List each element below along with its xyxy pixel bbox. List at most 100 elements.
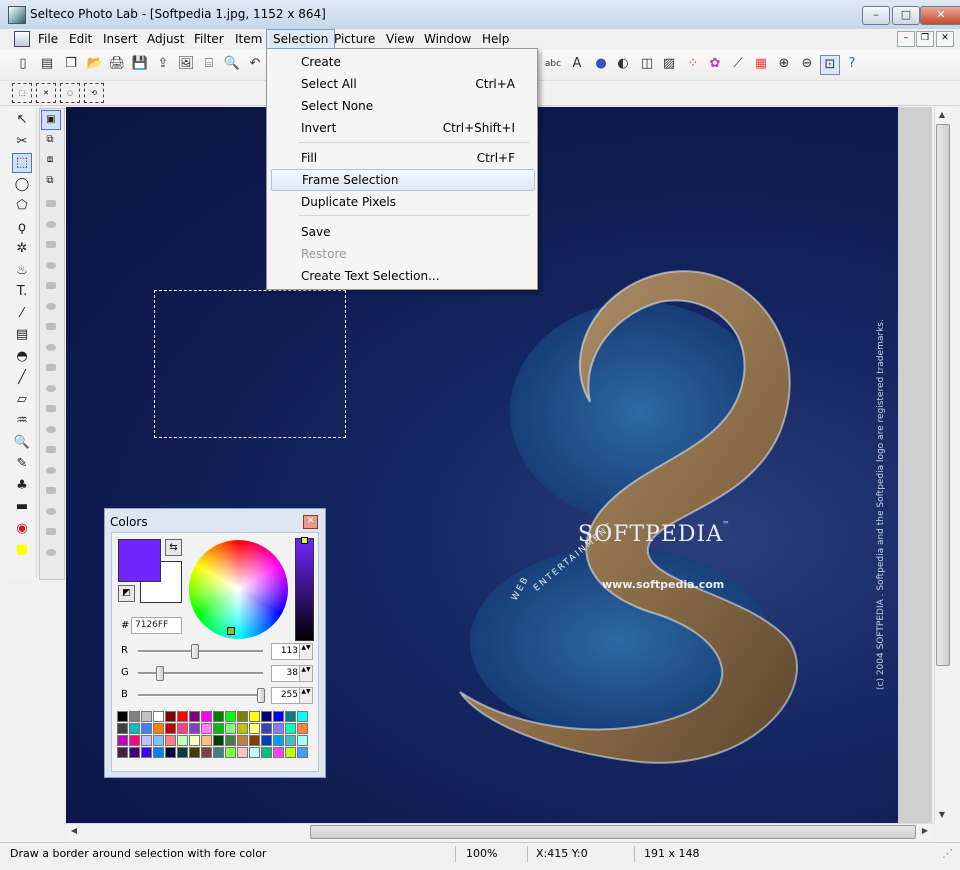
palette-swatch[interactable] (165, 747, 176, 758)
scroll-left-icon[interactable]: ◀ (67, 824, 81, 838)
color-wheel[interactable] (189, 540, 288, 639)
menu-window[interactable]: Window (418, 30, 477, 48)
magic-select-icon[interactable]: ◌ (60, 83, 80, 103)
zoom-in-icon[interactable]: ⊕ (775, 55, 793, 73)
palette-swatch[interactable] (261, 723, 272, 734)
magic-wand-tool-icon[interactable]: ✲ (12, 239, 32, 259)
palette-swatch[interactable] (141, 747, 152, 758)
menu-view[interactable]: View (380, 30, 420, 48)
contrast-icon[interactable]: ◐ (614, 55, 632, 73)
palette-swatch[interactable] (297, 747, 308, 758)
menu-item-create[interactable]: Create (271, 51, 533, 73)
text-abc-icon[interactable]: abc (544, 55, 562, 73)
mdi-minimize-button[interactable]: – (897, 31, 915, 47)
palette-swatch[interactable] (201, 735, 212, 746)
hex-input[interactable]: 7126FF (131, 617, 182, 634)
palette-swatch[interactable] (129, 723, 140, 734)
brush-shape-icon[interactable] (46, 384, 56, 392)
palette-swatch[interactable] (189, 747, 200, 758)
menu-item-select-all[interactable]: Select All Ctrl+A (271, 73, 533, 95)
channel-g-value[interactable]: 38 (271, 665, 302, 682)
selection-marquee[interactable] (154, 290, 346, 438)
brush-shape-icon[interactable] (46, 405, 56, 412)
channel-b-thumb[interactable] (257, 688, 265, 703)
palette-swatch[interactable] (273, 735, 284, 746)
zoom-tool-icon[interactable]: 🔍 (12, 433, 32, 453)
palette-swatch[interactable] (153, 735, 164, 746)
pointer-tool-icon[interactable]: ↖ (12, 110, 32, 130)
palette-swatch[interactable] (189, 711, 200, 722)
red-eye-tool-icon[interactable]: ◉ (12, 519, 32, 539)
horizontal-scroll-thumb[interactable] (310, 825, 916, 839)
palette-swatch[interactable] (153, 747, 164, 758)
palette-swatch[interactable] (285, 747, 296, 758)
print-icon[interactable]: 🖨 (108, 55, 126, 73)
palette-swatch[interactable] (285, 735, 296, 746)
palette-swatch[interactable] (225, 735, 236, 746)
palette-swatch[interactable] (129, 735, 140, 746)
brush-shape-icon[interactable] (46, 282, 56, 289)
palette-swatch[interactable] (297, 723, 308, 734)
channel-g-thumb[interactable] (155, 666, 164, 681)
palette-swatch[interactable] (297, 711, 308, 722)
palette-swatch[interactable] (177, 723, 188, 734)
picture-icon[interactable]: ▨ (660, 55, 678, 73)
save-icon[interactable]: 💾 (131, 55, 149, 73)
undo-icon[interactable]: ↶ (246, 55, 264, 73)
palette-swatch[interactable] (273, 747, 284, 758)
palette-swatch[interactable] (213, 735, 224, 746)
menu-insert[interactable]: Insert (97, 30, 143, 48)
palette-swatch[interactable] (285, 723, 296, 734)
palette-swatch[interactable] (129, 711, 140, 722)
lasso-tool-icon[interactable]: ϙ (12, 218, 32, 238)
pencil-tool-icon[interactable]: ✎ (12, 454, 32, 474)
brush-shape-icon[interactable] (46, 200, 56, 207)
zoom-out-icon[interactable]: ⊖ (798, 55, 816, 73)
palette-swatch[interactable] (153, 723, 164, 734)
brush-shape-icon[interactable] (46, 241, 56, 248)
text-a-icon[interactable]: A (568, 55, 586, 73)
color-wheel-icon[interactable]: ✿ (706, 55, 724, 73)
palette-swatch[interactable] (213, 723, 224, 734)
vertical-scroll-thumb[interactable] (936, 124, 950, 666)
palette-swatch[interactable] (177, 735, 188, 746)
palette-swatch[interactable] (189, 723, 200, 734)
line-tool-icon[interactable]: ╱ (12, 368, 32, 388)
lasso-select-icon[interactable]: ⟲ (84, 83, 104, 103)
menu-adjust[interactable]: Adjust (141, 30, 191, 48)
palette-swatch[interactable] (141, 723, 152, 734)
new-icon[interactable]: ▯ (14, 55, 32, 73)
brush-shape-icon[interactable] (46, 446, 56, 453)
eyedropper-tool-icon[interactable]: ⁄ (12, 304, 32, 324)
menu-selection[interactable]: Selection (266, 29, 336, 49)
brush-shape-icon[interactable] (46, 528, 56, 535)
channel-b-track[interactable] (138, 694, 263, 697)
help-icon[interactable]: ? (843, 55, 861, 73)
mdi-close-button[interactable]: ✕ (936, 31, 954, 47)
brush-shape-icon[interactable] (46, 343, 56, 351)
scissors-tool-icon[interactable]: ✂ (12, 132, 32, 152)
palette-swatch[interactable] (141, 711, 152, 722)
palette-swatch[interactable] (165, 735, 176, 746)
channel-r-value[interactable]: 113 (271, 643, 302, 660)
palette-swatch[interactable] (153, 711, 164, 722)
menu-filter[interactable]: Filter (188, 30, 230, 48)
palette-swatch[interactable] (177, 747, 188, 758)
palette-swatch[interactable] (261, 735, 272, 746)
menu-edit[interactable]: Edit (63, 30, 98, 48)
palette-swatch[interactable] (249, 711, 260, 722)
menu-file[interactable]: File (32, 30, 64, 48)
frame-icon[interactable]: ◫ (638, 55, 656, 73)
menu-help[interactable]: Help (476, 30, 515, 48)
palette-swatch[interactable] (225, 723, 236, 734)
palette-swatch[interactable] (249, 747, 260, 758)
rect-select-tool-icon[interactable]: ⬚ (12, 153, 32, 173)
channel-r-spin-icon[interactable]: ▲▼ (299, 643, 313, 660)
stamp-tool-icon[interactable]: ♣ (12, 476, 32, 496)
palette-swatch[interactable] (201, 711, 212, 722)
text-tool-icon[interactable]: T. (12, 282, 32, 302)
palette-swatch[interactable] (165, 711, 176, 722)
shape-mode-1-icon[interactable]: ⧉ (41, 131, 59, 149)
scroll-down-icon[interactable]: ▼ (935, 808, 949, 822)
rect-select-icon[interactable]: ⬚ (12, 83, 32, 103)
